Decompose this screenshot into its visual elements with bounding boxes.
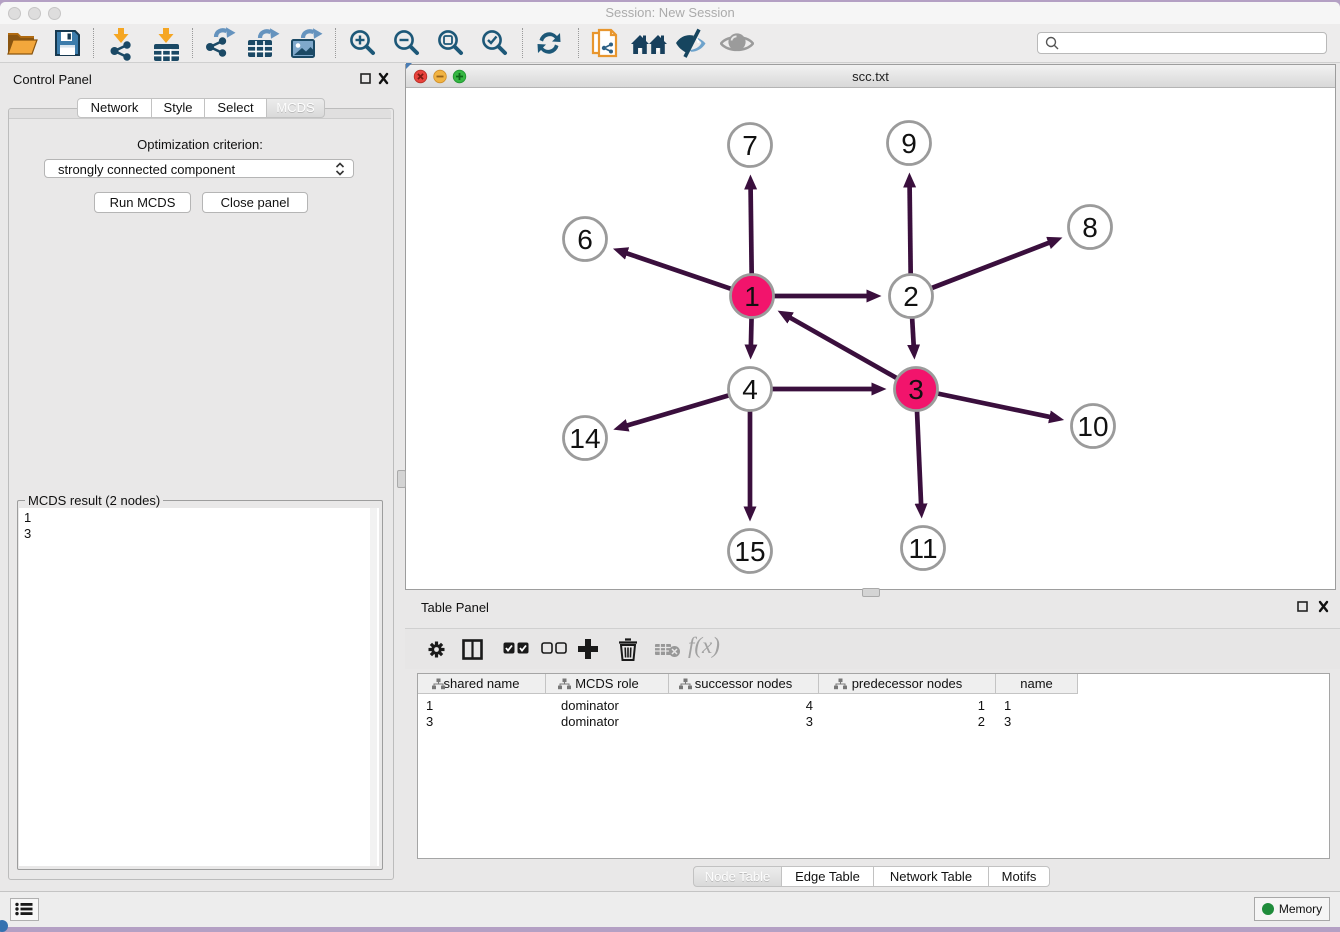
svg-text:11: 11: [908, 533, 937, 564]
svg-text:1: 1: [744, 281, 760, 312]
svg-text:3: 3: [908, 374, 924, 405]
svg-text:7: 7: [742, 130, 758, 161]
svg-text:4: 4: [742, 374, 758, 405]
svg-text:9: 9: [901, 128, 917, 159]
svg-text:15: 15: [734, 536, 765, 567]
svg-text:8: 8: [1082, 212, 1098, 243]
svg-text:14: 14: [569, 423, 600, 454]
svg-text:10: 10: [1077, 411, 1108, 442]
svg-text:2: 2: [903, 281, 919, 312]
svg-text:6: 6: [577, 224, 593, 255]
